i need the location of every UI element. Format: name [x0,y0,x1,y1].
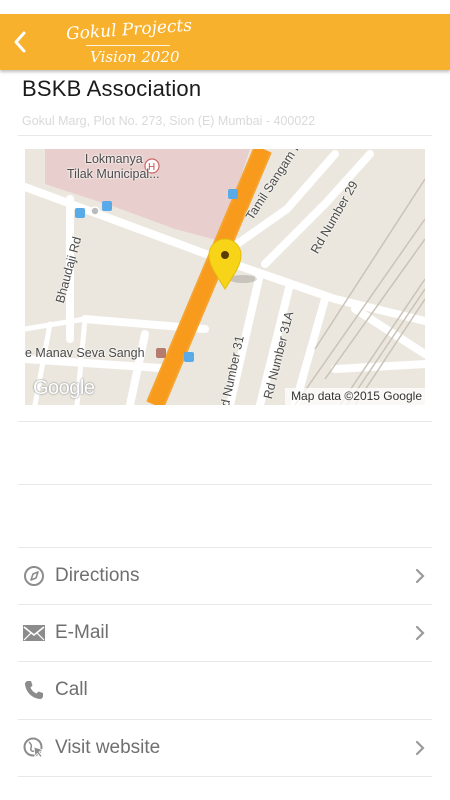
map-attribution: Map data ©2015 Google [285,388,425,405]
map-label-hospital-2: Tilak Municipal... [67,167,160,181]
app-bar: Gokul Projects Vision 2020 [0,14,450,70]
divider [18,484,432,485]
divider [18,135,432,136]
status-bar [0,0,450,14]
place-address: Gokul Marg, Plot No. 273, Sion (E) Mumba… [22,114,316,128]
divider [18,776,432,777]
chevron-right-icon [412,623,428,643]
chevron-right-icon [412,566,428,586]
globe-cursor-icon [22,736,46,760]
divider [18,421,432,422]
google-logo: Google [33,377,95,399]
chevron-right-icon [412,738,428,758]
chevron-left-icon [14,31,26,53]
envelope-icon [22,621,46,645]
call-label: Call [55,679,88,700]
phone-icon [22,678,46,702]
email-row[interactable]: E-Mail [18,605,432,661]
logo-line1: Gokul Projects [65,15,193,45]
map-label-hospital-1: Lokmanya [85,152,143,166]
call-row[interactable]: Call [18,662,432,718]
map-view[interactable]: H Lokmanya Tilak Municipal... Tamil Sang… [25,149,425,405]
visit-website-row[interactable]: Visit website [18,720,432,776]
logo-line2: Vision 2020 [90,48,180,66]
place-title: BSKB Association [22,76,202,101]
directions-label: Directions [55,565,140,586]
logo-divider [86,45,170,46]
visit-website-label: Visit website [55,737,161,758]
directions-row[interactable]: Directions [18,548,432,604]
compass-icon [22,564,46,588]
app-logo: Gokul Projects Vision 2020 [60,16,192,68]
email-label: E-Mail [55,622,109,643]
back-button[interactable] [6,26,34,58]
map-label-manav-seva: e Manav Seva Sangh [25,346,145,360]
